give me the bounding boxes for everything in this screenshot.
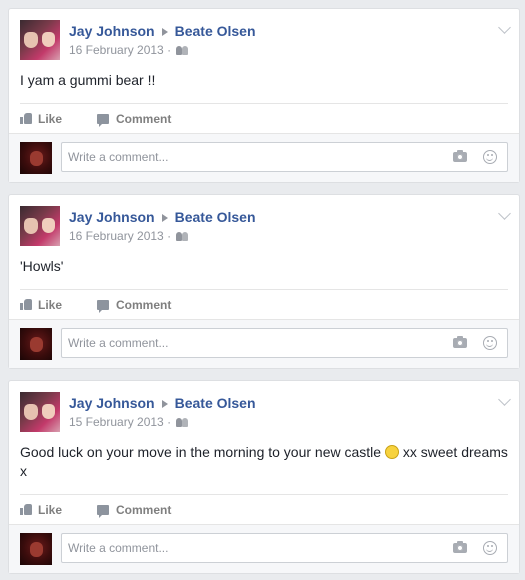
- meta-separator: ·: [167, 229, 172, 243]
- comment-label: Comment: [116, 112, 172, 126]
- feed-post: Jay Johnson Beate Olsen 15 February 2013 …: [8, 380, 520, 574]
- post-meta: 15 February 2013 ·: [69, 415, 189, 429]
- author-name-link[interactable]: Jay Johnson: [69, 395, 155, 411]
- post-date-link[interactable]: 16 February 2013: [69, 229, 164, 243]
- author-avatar[interactable]: [20, 392, 60, 432]
- smiley-icon[interactable]: [483, 150, 497, 164]
- author-name-link[interactable]: Jay Johnson: [69, 23, 155, 39]
- post-date-link[interactable]: 15 February 2013: [69, 415, 164, 429]
- comment-label: Comment: [116, 503, 172, 517]
- target-name-link[interactable]: Beate Olsen: [175, 395, 256, 411]
- chevron-down-icon[interactable]: [498, 21, 511, 34]
- comment-box[interactable]: [61, 142, 508, 172]
- thumbs-up-icon: [20, 113, 32, 124]
- comment-input[interactable]: [68, 534, 408, 562]
- feed-post: Jay Johnson Beate Olsen 16 February 2013 …: [8, 8, 520, 183]
- camera-icon[interactable]: [453, 150, 467, 162]
- comment-composer: [9, 133, 519, 182]
- target-name-link[interactable]: Beate Olsen: [175, 23, 256, 39]
- speech-bubble-icon: [97, 505, 109, 518]
- thumbs-up-icon: [20, 504, 32, 515]
- comment-input[interactable]: [68, 143, 408, 171]
- comment-label: Comment: [116, 298, 172, 312]
- viewer-avatar[interactable]: [20, 533, 52, 565]
- like-button[interactable]: Like: [20, 503, 62, 517]
- meta-separator: ·: [167, 415, 172, 429]
- viewer-avatar[interactable]: [20, 328, 52, 360]
- comment-button[interactable]: Comment: [97, 298, 172, 313]
- post-actions: Like Comment: [20, 289, 508, 321]
- comment-button[interactable]: Comment: [97, 503, 172, 518]
- author-avatar[interactable]: [20, 206, 60, 246]
- comment-composer: [9, 524, 519, 573]
- target-name-link[interactable]: Beate Olsen: [175, 209, 256, 225]
- friends-icon[interactable]: [176, 232, 189, 241]
- camera-icon[interactable]: [453, 336, 467, 348]
- like-button[interactable]: Like: [20, 112, 62, 126]
- post-date-link[interactable]: 16 February 2013: [69, 43, 164, 57]
- author-name-link[interactable]: Jay Johnson: [69, 209, 155, 225]
- camera-icon[interactable]: [453, 541, 467, 553]
- post-text: I yam a gummi bear !!: [20, 72, 156, 88]
- like-label: Like: [38, 298, 63, 312]
- caret-right-icon: [161, 399, 168, 408]
- post-header: Jay Johnson Beate Olsen: [69, 23, 256, 39]
- comment-input[interactable]: [68, 329, 408, 357]
- post-text: Good luck on your move in the morning to…: [20, 443, 508, 481]
- comment-button[interactable]: Comment: [97, 112, 172, 127]
- post-meta: 16 February 2013 ·: [69, 229, 189, 243]
- like-label: Like: [38, 112, 63, 126]
- post-text: 'Howls': [20, 258, 64, 274]
- comment-box[interactable]: [61, 328, 508, 358]
- speech-bubble-icon: [97, 300, 109, 313]
- post-header: Jay Johnson Beate Olsen: [69, 395, 256, 411]
- chevron-down-icon[interactable]: [498, 207, 511, 220]
- smiley-emoji-icon: [384, 445, 399, 459]
- post-actions: Like Comment: [20, 103, 508, 135]
- post-actions: Like Comment: [20, 494, 508, 526]
- smiley-icon[interactable]: [483, 541, 497, 555]
- post-text-start: Good luck on your move in the morning to…: [20, 444, 382, 460]
- friends-icon[interactable]: [176, 418, 189, 427]
- speech-bubble-icon: [97, 114, 109, 127]
- chevron-down-icon[interactable]: [498, 393, 511, 406]
- thumbs-up-icon: [20, 299, 32, 310]
- author-avatar[interactable]: [20, 20, 60, 60]
- like-button[interactable]: Like: [20, 298, 62, 312]
- caret-right-icon: [161, 213, 168, 222]
- friends-icon[interactable]: [176, 46, 189, 55]
- meta-separator: ·: [167, 43, 172, 57]
- feed-post: Jay Johnson Beate Olsen 16 February 2013 …: [8, 194, 520, 369]
- like-label: Like: [38, 503, 63, 517]
- comment-box[interactable]: [61, 533, 508, 563]
- caret-right-icon: [161, 27, 168, 36]
- post-meta: 16 February 2013 ·: [69, 43, 189, 57]
- viewer-avatar[interactable]: [20, 142, 52, 174]
- comment-composer: [9, 319, 519, 368]
- post-header: Jay Johnson Beate Olsen: [69, 209, 256, 225]
- smiley-icon[interactable]: [483, 336, 497, 350]
